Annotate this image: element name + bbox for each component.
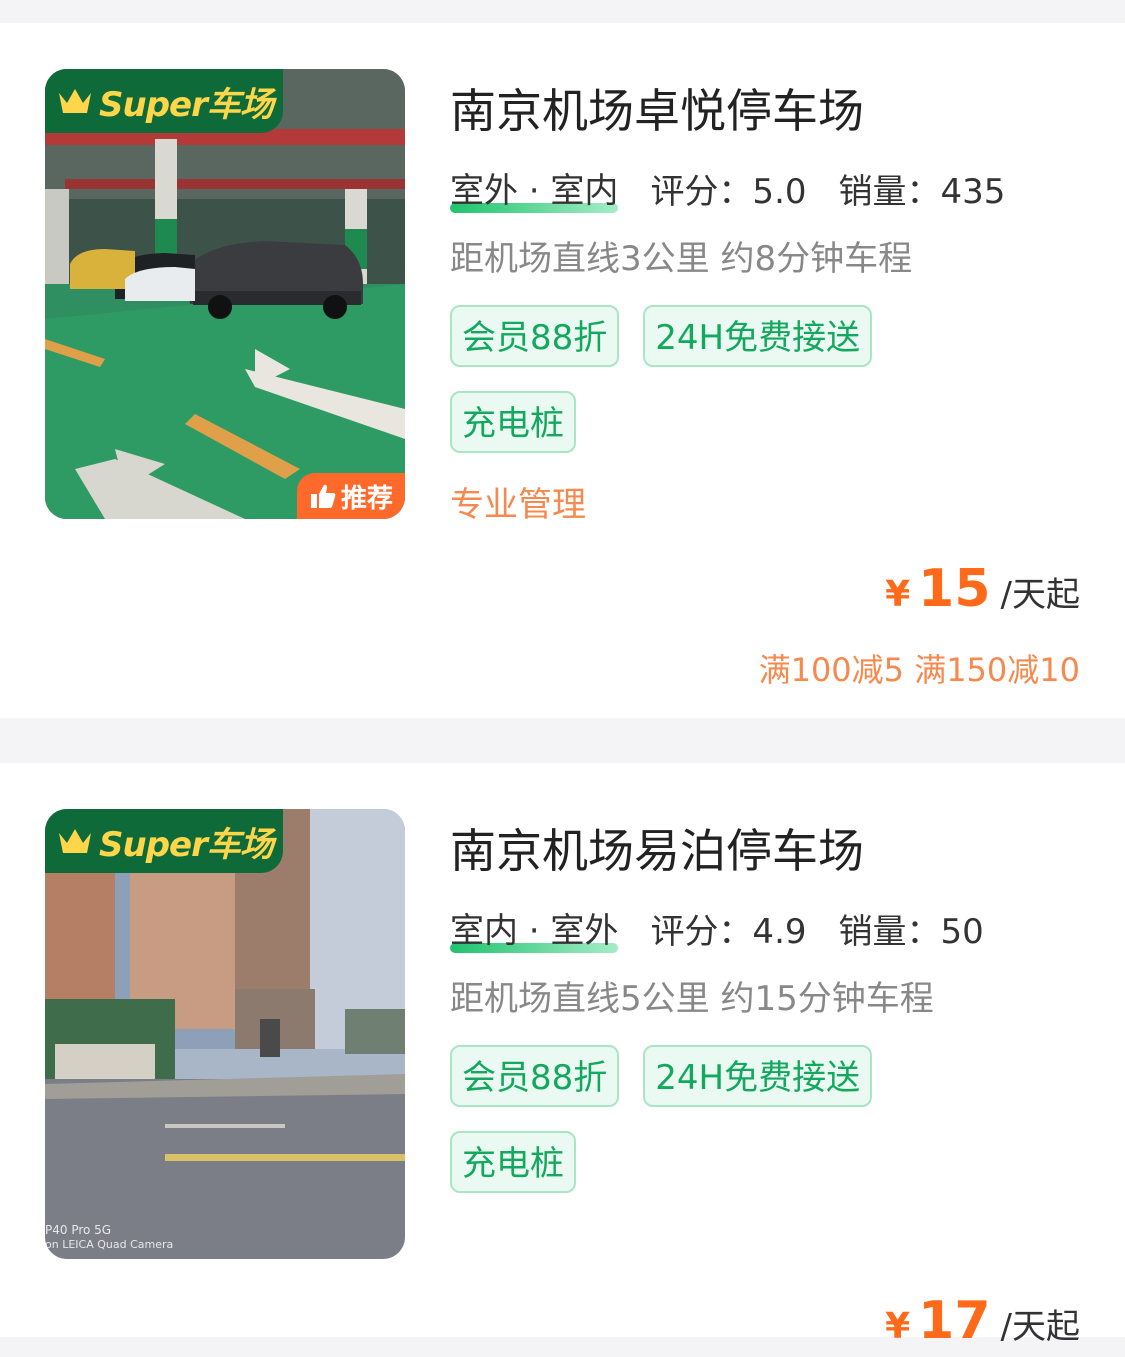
card-separator bbox=[0, 718, 1125, 763]
parking-lot-meta: 室外 · 室内 评分：5.0 销量：435 bbox=[450, 169, 1080, 215]
location-type: 室内 · 室外 bbox=[450, 909, 619, 955]
photo-watermark-model: P40 Pro 5G bbox=[45, 1223, 111, 1237]
location-type-label: 室外 · 室内 bbox=[450, 171, 619, 211]
parking-lot-info: 南京机场卓悦停车场 室外 · 室内 评分：5.0 销量：435 距机场直线3公里… bbox=[450, 83, 1080, 527]
price-value: 17 bbox=[918, 1291, 991, 1351]
service-tags: 会员88折 24H免费接送 充电桩 bbox=[450, 1045, 930, 1193]
parking-lot-card[interactable]: Super车场 推荐 南京机场卓悦停车场 室外 · 室内 评分：5.0 销量：4… bbox=[0, 23, 1125, 718]
street-photo: P40 Pro 5G on LEICA Quad Camera bbox=[45, 809, 405, 1259]
price: ¥ 15 /天起 bbox=[885, 559, 1080, 619]
tag-free-shuttle: 24H免费接送 bbox=[643, 1045, 873, 1107]
parking-lot-photo[interactable]: Super车场 推荐 bbox=[45, 69, 405, 519]
tag-charging-pile: 充电桩 bbox=[450, 391, 576, 453]
price-unit: /天起 bbox=[1000, 575, 1080, 615]
super-lot-badge: Super车场 bbox=[45, 809, 283, 873]
parking-lot-meta: 室内 · 室外 评分：4.9 销量：50 bbox=[450, 909, 1080, 955]
distance-info: 距机场直线3公里 约8分钟车程 bbox=[450, 239, 913, 279]
tag-free-shuttle: 24H免费接送 bbox=[643, 305, 873, 367]
location-type-label: 室内 · 室外 bbox=[450, 911, 619, 951]
price-value: 15 bbox=[918, 559, 991, 619]
parking-lot-title[interactable]: 南京机场易泊停车场 bbox=[450, 823, 1080, 879]
rating: 评分：4.9 bbox=[650, 912, 807, 952]
tag-charging-pile: 充电桩 bbox=[450, 1131, 576, 1193]
crown-icon bbox=[59, 89, 91, 113]
badge-label: Super车场 bbox=[99, 824, 274, 865]
sales-count: 销量：50 bbox=[838, 912, 984, 952]
parking-lot-title[interactable]: 南京机场卓悦停车场 bbox=[450, 83, 1080, 139]
tag-member-discount: 会员88折 bbox=[450, 1045, 620, 1107]
price-unit: /天起 bbox=[1000, 1307, 1080, 1347]
photo-watermark-camera: on LEICA Quad Camera bbox=[45, 1238, 173, 1251]
feature-text: 专业管理 bbox=[450, 485, 586, 525]
service-tags: 会员88折 24H免费接送 充电桩 bbox=[450, 305, 930, 453]
sales-count: 销量：435 bbox=[838, 172, 1006, 212]
badge-label: Super车场 bbox=[99, 84, 274, 125]
tag-member-discount: 会员88折 bbox=[450, 305, 620, 367]
thumbs-up-icon bbox=[310, 484, 336, 508]
price-currency: ¥ bbox=[885, 1306, 911, 1347]
recommend-tag: 推荐 bbox=[297, 473, 405, 519]
price-currency: ¥ bbox=[885, 574, 911, 615]
promotion-text: 满100减5 满150减10 bbox=[758, 651, 1080, 689]
super-lot-badge: Super车场 bbox=[45, 69, 283, 133]
parking-lot-card[interactable]: P40 Pro 5G on LEICA Quad Camera Super车场 … bbox=[0, 763, 1125, 1351]
rating: 评分：5.0 bbox=[650, 172, 807, 212]
recommend-label: 推荐 bbox=[340, 483, 393, 514]
top-spacer bbox=[0, 0, 1125, 23]
distance-info: 距机场直线5公里 约15分钟车程 bbox=[450, 979, 934, 1019]
price: ¥ 17 /天起 bbox=[885, 1291, 1080, 1351]
garage-photo bbox=[45, 69, 405, 519]
crown-icon bbox=[59, 829, 91, 853]
parking-lot-info: 南京机场易泊停车场 室内 · 室外 评分：4.9 销量：50 距机场直线5公里 … bbox=[450, 823, 1080, 1193]
location-type: 室外 · 室内 bbox=[450, 169, 619, 215]
parking-lot-photo[interactable]: P40 Pro 5G on LEICA Quad Camera Super车场 bbox=[45, 809, 405, 1259]
